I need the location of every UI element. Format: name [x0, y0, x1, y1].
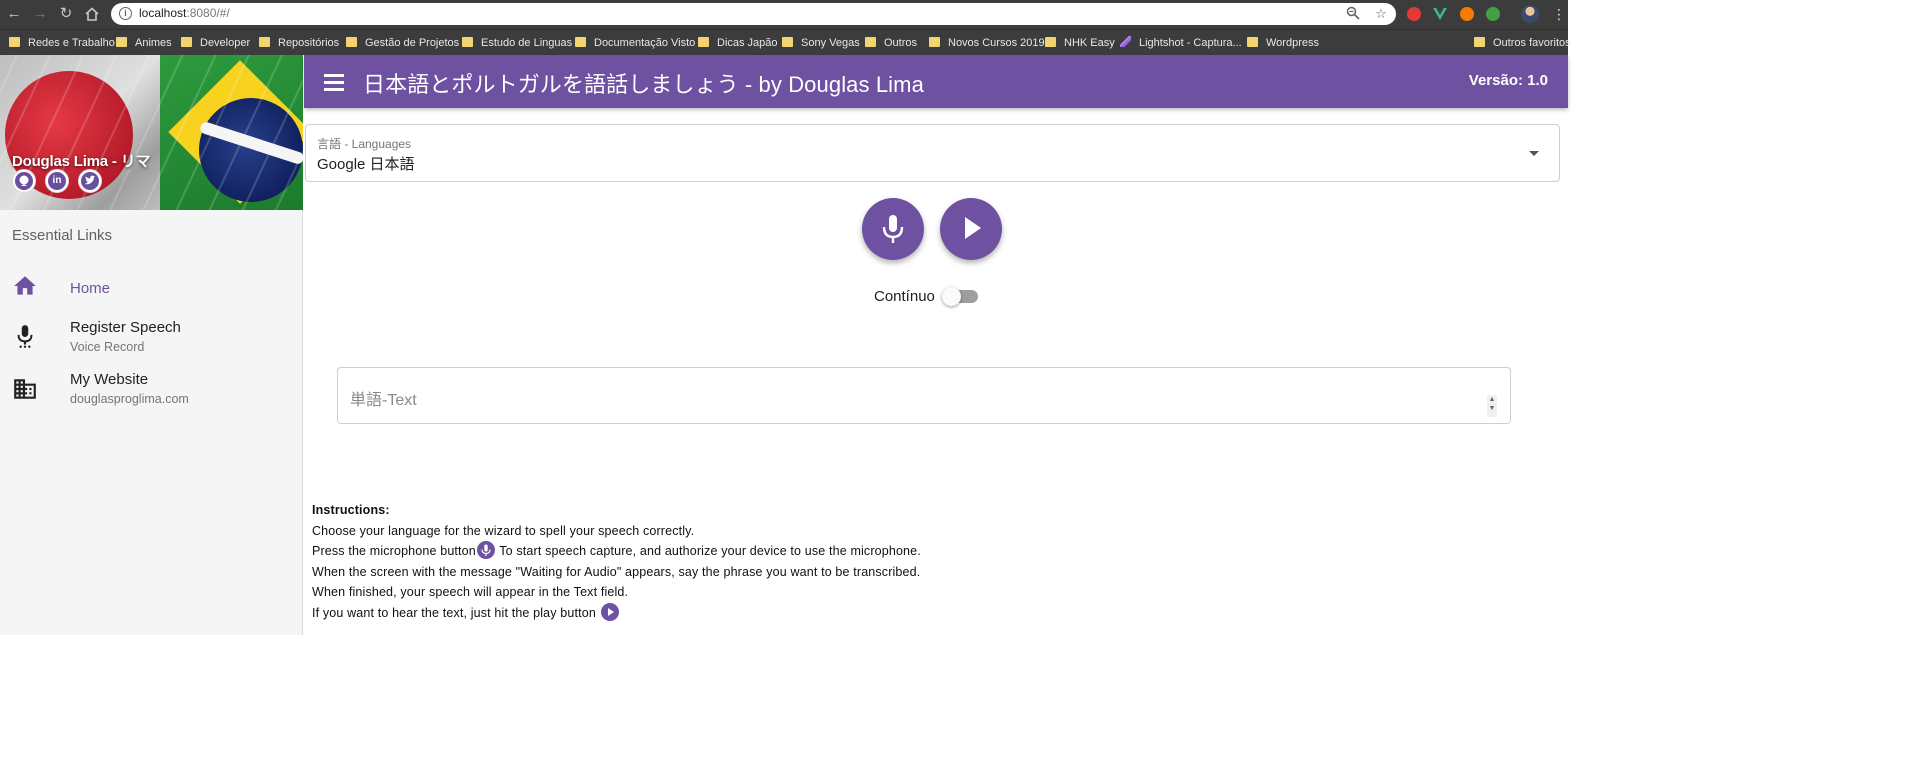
bookmark-folder[interactable]: Documentação Visto [575, 35, 695, 51]
github-icon [15, 172, 33, 190]
menu-icon[interactable] [324, 74, 344, 91]
mic-icon [12, 323, 38, 349]
inline-play-icon [600, 602, 619, 621]
nav-item-title: My Website [70, 371, 149, 388]
text-field-placeholder: 単語-Text [350, 392, 417, 409]
folder-icon [929, 37, 940, 47]
language-select-label: 言語 - Languages [317, 137, 412, 151]
github-link[interactable] [12, 169, 36, 193]
bookmark-folder[interactable]: Animes [116, 35, 172, 51]
extension-green-icon[interactable] [1486, 7, 1500, 21]
home-icon [12, 273, 38, 299]
zoom-icon[interactable] [1345, 6, 1361, 22]
instruction-line: Press the microphone button To start spe… [312, 541, 921, 562]
nav-item-my-website[interactable]: My Website douglasproglima.com [0, 365, 302, 415]
address-bar[interactable]: i localhost:8080/#/ ☆ [111, 3, 1396, 25]
record-button[interactable] [862, 198, 924, 260]
folder-icon [116, 37, 127, 47]
browser-menu-icon[interactable]: ⋮ [1552, 4, 1566, 24]
inline-mic-icon [476, 541, 495, 560]
instruction-line: When finished, your speech will appear i… [312, 585, 629, 600]
bookmark-folder[interactable]: Developer [181, 35, 250, 51]
back-icon[interactable]: ← [4, 4, 24, 24]
continuous-toggle[interactable] [942, 287, 978, 306]
instruction-text: To start speech capture, and authorize y… [495, 544, 921, 559]
bookmark-folder[interactable]: Outros [865, 35, 917, 51]
folder-icon [346, 37, 357, 47]
profile-name: Douglas Lima - リマ [12, 153, 151, 170]
nav-item-title: Home [70, 280, 111, 297]
profile-avatar[interactable] [1521, 5, 1539, 23]
instruction-text: If you want to hear the text, just hit t… [312, 605, 596, 620]
feather-icon [1120, 36, 1131, 47]
nav-item-register-speech[interactable]: Register Speech Voice Record [0, 313, 302, 363]
bookmark-folder[interactable]: Repositórios [259, 35, 339, 51]
bookmark-folder[interactable]: Estudo de Linguas [462, 35, 572, 51]
instruction-line: If you want to hear the text, just hit t… [312, 602, 921, 624]
bookmark-folder[interactable]: Dicas Japão [698, 35, 778, 51]
folder-icon [575, 37, 586, 47]
continuous-label: Contínuo [874, 288, 935, 305]
folder-icon [1045, 37, 1056, 47]
navigation-drawer: Douglas Lima - リマ in Essential Links Hom… [0, 55, 303, 635]
folder-icon [865, 37, 876, 47]
linkedin-icon: in [48, 172, 66, 190]
instruction-text: Press the microphone button [312, 544, 476, 559]
linkedin-link[interactable]: in [45, 169, 69, 193]
instructions-heading: Instructions: [312, 503, 390, 517]
mic-icon [882, 215, 904, 243]
folder-icon [1247, 37, 1258, 47]
forward-icon[interactable]: → [30, 4, 50, 24]
folder-icon [181, 37, 192, 47]
browser-toolbar: ← → ↻ i localhost:8080/#/ ☆ ⋮ [0, 0, 1568, 29]
text-field[interactable]: 単語-Text ▲ ▼ [337, 367, 1511, 424]
profile-banner: Douglas Lima - リマ in [0, 55, 303, 210]
nav-item-title: Register Speech [70, 319, 181, 336]
toggle-thumb [942, 287, 961, 306]
instruction-line: Choose your language for the wizard to s… [312, 523, 695, 538]
nav-item-subtitle: Voice Record [70, 340, 145, 354]
reload-icon[interactable]: ↻ [56, 4, 76, 24]
bookmarks-bar: Redes e Trabalho Animes Developer Reposi… [0, 29, 1571, 55]
bookmark-folder[interactable]: Gestão de Projetos [346, 35, 459, 51]
url-text: localhost:8080/#/ [139, 6, 230, 20]
bookmark-folder[interactable]: Sony Vegas [782, 35, 860, 51]
star-icon[interactable]: ☆ [1373, 6, 1389, 22]
bookmark-lightshot[interactable]: Lightshot - Captura... [1120, 35, 1242, 51]
play-icon [965, 217, 981, 239]
bookmark-folder[interactable]: Redes e Trabalho [9, 35, 115, 51]
extension-orange-icon[interactable] [1460, 7, 1474, 21]
home-browser-icon[interactable] [82, 4, 102, 24]
language-select-value: Google 日本語 [317, 156, 415, 173]
version-label: Versão: 1.0 [1468, 72, 1548, 89]
vue-devtools-icon[interactable] [1433, 7, 1447, 21]
scroll-spinner[interactable]: ▲ ▼ [1487, 395, 1497, 417]
crack-texture [0, 55, 303, 210]
folder-icon [1474, 37, 1485, 47]
bookmark-folder[interactable]: Wordpress [1247, 35, 1319, 51]
bookmark-folder[interactable]: NHK Easy [1045, 35, 1115, 51]
play-button[interactable] [940, 198, 1002, 260]
app-bar: 日本語とポルトガルを語話しましょう - by Douglas Lima Vers… [304, 55, 1568, 108]
dropdown-arrow-icon[interactable] [1529, 151, 1539, 156]
bookmark-other-folder[interactable]: Outros favoritos [1474, 35, 1571, 51]
language-select[interactable]: 言語 - Languages Google 日本語 [305, 124, 1560, 182]
folder-icon [782, 37, 793, 47]
bookmark-folder[interactable]: Novos Cursos 2019 [929, 35, 1045, 51]
folder-icon [698, 37, 709, 47]
twitter-link[interactable] [78, 169, 102, 193]
extension-red-icon[interactable] [1407, 7, 1421, 21]
site-info-icon[interactable]: i [119, 7, 132, 20]
folder-icon [259, 37, 270, 47]
essential-links-heading: Essential Links [12, 227, 113, 244]
instructions: Instructions: Choose your language for t… [312, 500, 921, 624]
twitter-icon [81, 172, 99, 190]
business-icon [12, 376, 38, 402]
app-title: 日本語とポルトガルを語話しましょう - by Douglas Lima [363, 72, 924, 97]
nav-item-home[interactable]: Home [0, 260, 302, 310]
nav-item-subtitle: douglasproglima.com [70, 392, 189, 406]
folder-icon [9, 37, 20, 47]
instruction-line: When the screen with the message "Waitin… [312, 564, 921, 579]
folder-icon [462, 37, 473, 47]
